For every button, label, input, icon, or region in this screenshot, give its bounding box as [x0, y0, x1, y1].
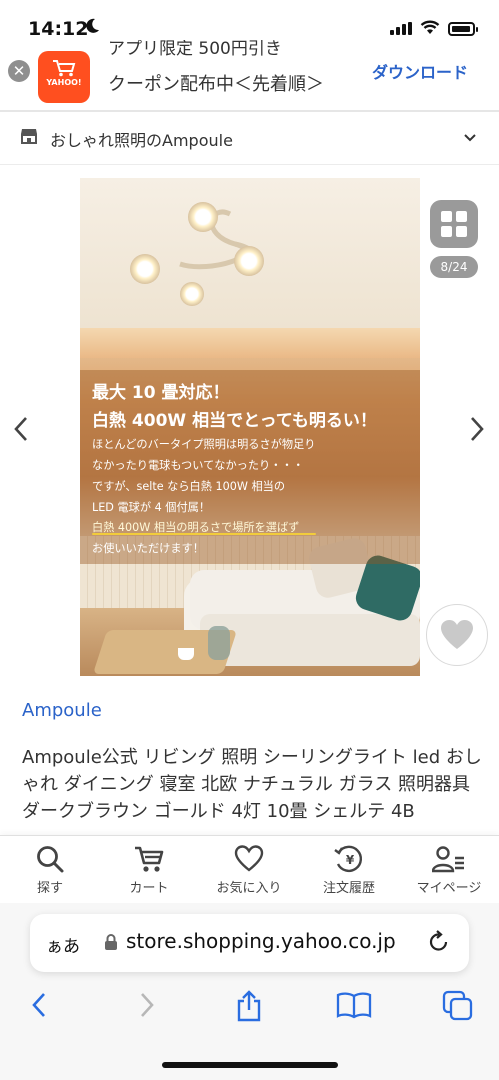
battery-icon	[448, 22, 478, 36]
product-title: Ampoule公式 リビング 照明 シーリングライト led おしゃれ ダイニン…	[22, 747, 482, 822]
heart-icon	[234, 845, 264, 872]
tab-label: カート	[129, 881, 169, 896]
order-history-icon: ¥	[334, 845, 363, 873]
store-icon	[21, 129, 37, 144]
status-time: 14:12	[28, 18, 89, 40]
app-icon-label: YAHOO!	[46, 78, 82, 87]
overlay-text-line: LED 電球が 4 個付属！	[92, 501, 211, 514]
store-name: おしゃれ照明のAmpoule	[50, 131, 233, 150]
overlay-text-line: お使いいただけます！	[92, 542, 204, 555]
tab-label: お気に入り	[216, 881, 282, 896]
product-image[interactable]: 最大 10 畳対応！ 白熱 400W 相当でとっても明るい！ ほとんどのバータイ…	[80, 178, 420, 676]
reader-settings-button[interactable]: ぁあ	[46, 932, 80, 957]
chevron-down-icon[interactable]	[462, 129, 478, 145]
gallery-grid-button[interactable]	[430, 200, 478, 248]
chevron-right-icon[interactable]	[466, 414, 488, 444]
cart-icon	[53, 60, 76, 77]
account-icon	[432, 846, 464, 873]
favorite-button[interactable]	[426, 604, 488, 666]
overlay-text-line: ほとんどのバータイプ照明は明るさが物足り	[92, 438, 316, 451]
tab-favorites[interactable]: お気に入り	[199, 844, 299, 896]
highlight-underline	[92, 533, 316, 535]
tab-order-history[interactable]: ¥ 注文履歴	[299, 844, 399, 896]
tab-label: マイページ	[416, 881, 482, 896]
tab-cart[interactable]: カート	[99, 844, 199, 896]
overlay-heading: 白熱 400W 相当でとっても明るい！	[92, 411, 377, 431]
bottom-tab-bar: 探す カート お気に入り ¥ 注文履歴 マイページ	[0, 835, 499, 904]
moon-icon	[86, 18, 99, 33]
signal-icon	[390, 22, 412, 35]
search-icon	[37, 846, 64, 873]
cart-icon	[135, 846, 164, 872]
bookmarks-icon[interactable]	[336, 990, 372, 1020]
tab-my-page[interactable]: マイページ	[399, 844, 499, 896]
close-icon[interactable]: ✕	[8, 60, 30, 82]
tab-search[interactable]: 探す	[0, 844, 100, 896]
url-text[interactable]: store.shopping.yahoo.co.jp	[126, 929, 396, 953]
overlay-text-line: なかったり電球もついてなかったり・・・	[92, 459, 304, 472]
tabs-icon[interactable]	[442, 990, 474, 1022]
svg-text:¥: ¥	[346, 853, 355, 867]
tab-label: 探す	[36, 881, 63, 896]
download-button[interactable]: ダウンロード	[372, 59, 468, 83]
divider	[0, 164, 499, 165]
back-icon[interactable]	[28, 990, 50, 1020]
yahoo-shopping-app-icon[interactable]: YAHOO!	[38, 51, 90, 103]
reload-icon[interactable]	[428, 930, 450, 954]
heart-icon	[441, 620, 473, 649]
home-indicator	[162, 1062, 338, 1068]
overlay-text-line: ですが、selte なら白熱 100W 相当の	[92, 480, 286, 493]
chevron-left-icon[interactable]	[10, 414, 32, 444]
tab-label: 注文履歴	[322, 881, 375, 896]
image-counter: 8/24	[430, 256, 478, 278]
brand-link[interactable]: Ampoule	[22, 700, 102, 721]
store-selector[interactable]: おしゃれ照明のAmpoule	[0, 112, 499, 164]
forward-icon[interactable]	[136, 990, 158, 1020]
wifi-icon	[420, 20, 440, 34]
app-promo-banner: ✕ YAHOO! アプリ限定 500円引き クーポン配布中＜先着順＞ ダウンロー…	[0, 40, 499, 110]
banner-text-line2: クーポン配布中＜先着順＞	[108, 74, 324, 95]
banner-text-line1: アプリ限定 500円引き	[108, 40, 282, 59]
overlay-heading: 最大 10 畳対応！	[92, 383, 230, 403]
share-icon[interactable]	[235, 990, 263, 1022]
lock-icon	[105, 934, 117, 950]
